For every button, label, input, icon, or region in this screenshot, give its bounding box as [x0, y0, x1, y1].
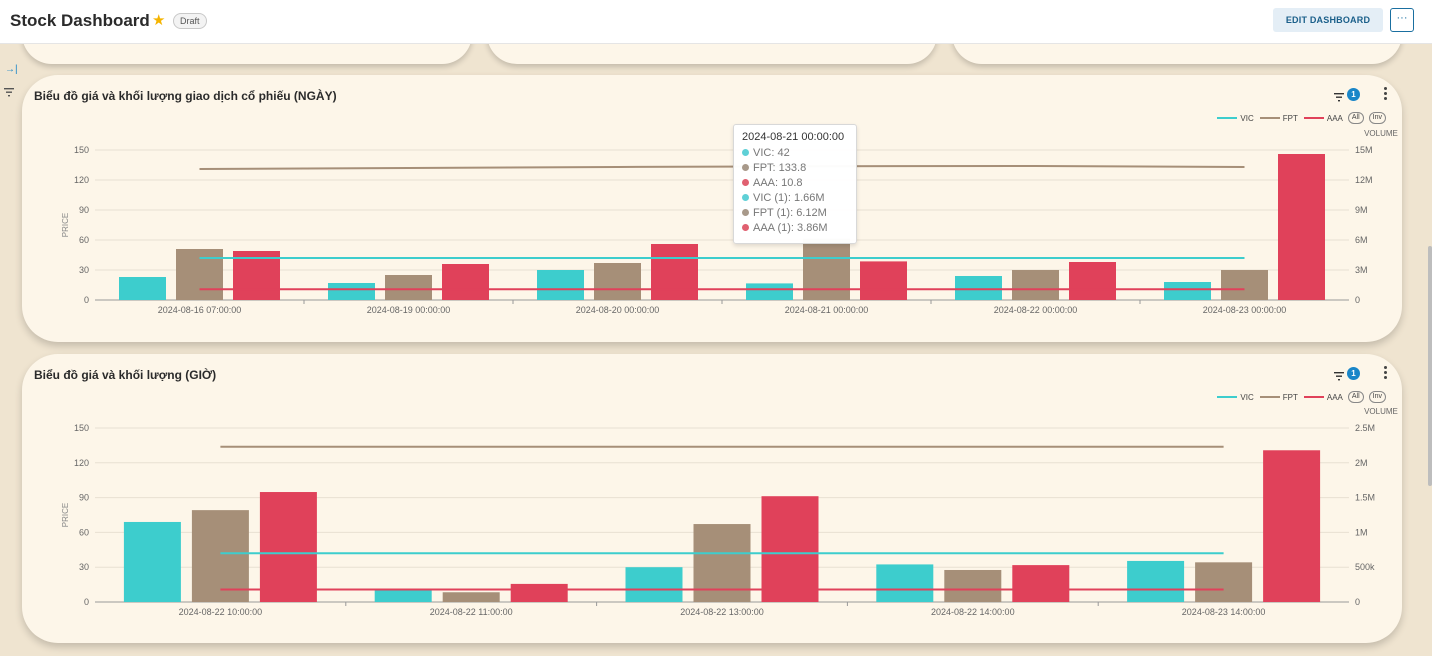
bar-vic	[955, 276, 1002, 300]
y2-tick-label: 3M	[1355, 265, 1368, 275]
bar-fpt	[594, 263, 641, 300]
y-tick-label: 60	[79, 235, 89, 245]
tooltip-dot	[742, 179, 749, 186]
tooltip-row: FPT (1): 6.12M	[742, 205, 848, 220]
y2-tick-label: 0	[1355, 597, 1360, 607]
bar-vic	[119, 277, 166, 300]
x-tick-label: 2024-08-21 00:00:00	[785, 305, 869, 315]
y-tick-label: 150	[74, 423, 89, 433]
bar-aaa	[1069, 262, 1116, 300]
bar-aaa	[510, 583, 568, 602]
bar-vic	[328, 283, 375, 300]
tooltip-dot	[742, 149, 749, 156]
bar-aaa	[860, 261, 907, 300]
y-tick-label: 0	[84, 597, 89, 607]
y2-axis-title: VOLUME	[1364, 407, 1398, 416]
y-tick-label: 90	[79, 205, 89, 215]
x-tick-label: 2024-08-23 00:00:00	[1203, 305, 1287, 315]
bar-fpt	[385, 275, 432, 300]
dashboard-title: Stock Dashboard	[10, 11, 150, 30]
x-tick-label: 2024-08-16 07:00:00	[158, 305, 242, 315]
top-bar: Stock Dashboard ★ Draft EDIT DASHBOARD ·…	[0, 0, 1432, 44]
bar-aaa	[1263, 450, 1321, 602]
tooltip-dot	[742, 194, 749, 201]
y2-tick-label: 2.5M	[1355, 423, 1375, 433]
status-badge: Draft	[173, 13, 207, 29]
tooltip-row: AAA: 10.8	[742, 175, 848, 190]
tooltip-title: 2024-08-21 00:00:00	[742, 131, 845, 143]
x-tick-label: 2024-08-23 14:00:00	[1182, 607, 1266, 617]
y-tick-label: 30	[79, 265, 89, 275]
x-tick-label: 2024-08-22 13:00:00	[680, 607, 764, 617]
y2-tick-label: 1M	[1355, 527, 1368, 537]
x-tick-label: 2024-08-22 00:00:00	[994, 305, 1078, 315]
page-scrollbar[interactable]	[1428, 246, 1432, 486]
y2-tick-label: 9M	[1355, 205, 1368, 215]
favorite-star-icon[interactable]: ★	[152, 11, 165, 29]
bar-fpt	[191, 510, 249, 602]
bar-vic	[746, 283, 793, 300]
bar-fpt	[803, 238, 850, 300]
y-axis-title: PRICE	[61, 503, 70, 527]
bar-vic	[1127, 560, 1185, 602]
y-tick-label: 30	[79, 562, 89, 572]
bar-aaa	[761, 496, 819, 602]
y2-tick-label: 1.5M	[1355, 493, 1375, 503]
chart-plot-hourly[interactable]: 0 30 60 90 120 150 0 500k 1M 1.5M 2M 2.5M PRICE VOLUM…	[22, 354, 1402, 643]
bar-fpt	[944, 569, 1002, 602]
y-tick-label: 90	[79, 493, 89, 503]
bar-vic	[537, 270, 584, 300]
bar-aaa	[259, 492, 317, 602]
x-tick-label: 2024-08-22 11:00:00	[430, 607, 513, 617]
y-axis-title: PRICE	[61, 213, 70, 237]
edit-dashboard-button[interactable]: EDIT DASHBOARD	[1273, 8, 1383, 32]
tooltip-row: VIC: 42	[742, 145, 848, 160]
bar-fpt	[442, 592, 500, 602]
bar-fpt	[1221, 270, 1268, 300]
bar-vic	[876, 564, 934, 602]
y-tick-label: 120	[74, 458, 89, 468]
bar-aaa	[651, 244, 698, 300]
y2-tick-label: 2M	[1355, 458, 1368, 468]
bar-aaa	[1012, 565, 1070, 602]
y2-tick-label: 12M	[1355, 175, 1373, 185]
tooltip-dot	[742, 164, 749, 171]
bar-aaa	[442, 264, 489, 300]
y-tick-label: 150	[74, 145, 89, 155]
tooltip-dot	[742, 209, 749, 216]
tooltip-dot	[742, 224, 749, 231]
chart-plot-daily[interactable]: 0 30 60 90 120 150 0 3M 6M 9M 12M 15M PRICE VOLUME 202…	[22, 75, 1402, 342]
x-tick-label: 2024-08-20 00:00:00	[576, 305, 660, 315]
bar-aaa	[1278, 154, 1325, 300]
tooltip-row: FPT: 133.8	[742, 160, 848, 175]
bar-vic	[374, 589, 432, 602]
bar-fpt	[1195, 562, 1253, 602]
x-tick-label: 2024-08-22 10:00:00	[179, 607, 263, 617]
y2-tick-label: 15M	[1355, 145, 1373, 155]
chart-tooltip: 2024-08-21 00:00:00 VIC: 42 FPT: 133.8 A…	[733, 124, 857, 244]
bar-fpt	[1012, 270, 1059, 300]
expand-panel-icon[interactable]: →|	[5, 64, 18, 75]
tooltip-row: AAA (1): 3.86M	[742, 220, 848, 235]
x-tick-label: 2024-08-22 14:00:00	[931, 607, 1015, 617]
chart-card-hourly: Biểu đồ giá và khối lượng (GIỜ) 1 VIC FP…	[22, 354, 1402, 643]
y2-tick-label: 6M	[1355, 235, 1368, 245]
line-fpt	[199, 164, 1245, 170]
y-tick-label: 60	[79, 527, 89, 537]
y2-axis-title: VOLUME	[1364, 129, 1398, 138]
filter-panel-icon[interactable]	[4, 84, 14, 102]
tooltip-row: VIC (1): 1.66M	[742, 190, 848, 205]
y-tick-label: 120	[74, 175, 89, 185]
bar-vic	[625, 567, 683, 602]
more-options-button[interactable]: ···	[1390, 8, 1414, 32]
y2-tick-label: 500k	[1355, 562, 1375, 572]
chart-card-daily: Biểu đồ giá và khối lượng giao dịch cổ p…	[22, 75, 1402, 342]
bar-fpt	[176, 249, 223, 300]
bar-vic	[1164, 282, 1211, 300]
bar-vic	[123, 521, 181, 602]
x-tick-label: 2024-08-19 00:00:00	[367, 305, 451, 315]
y2-tick-label: 0	[1355, 295, 1360, 305]
y-tick-label: 0	[84, 295, 89, 305]
